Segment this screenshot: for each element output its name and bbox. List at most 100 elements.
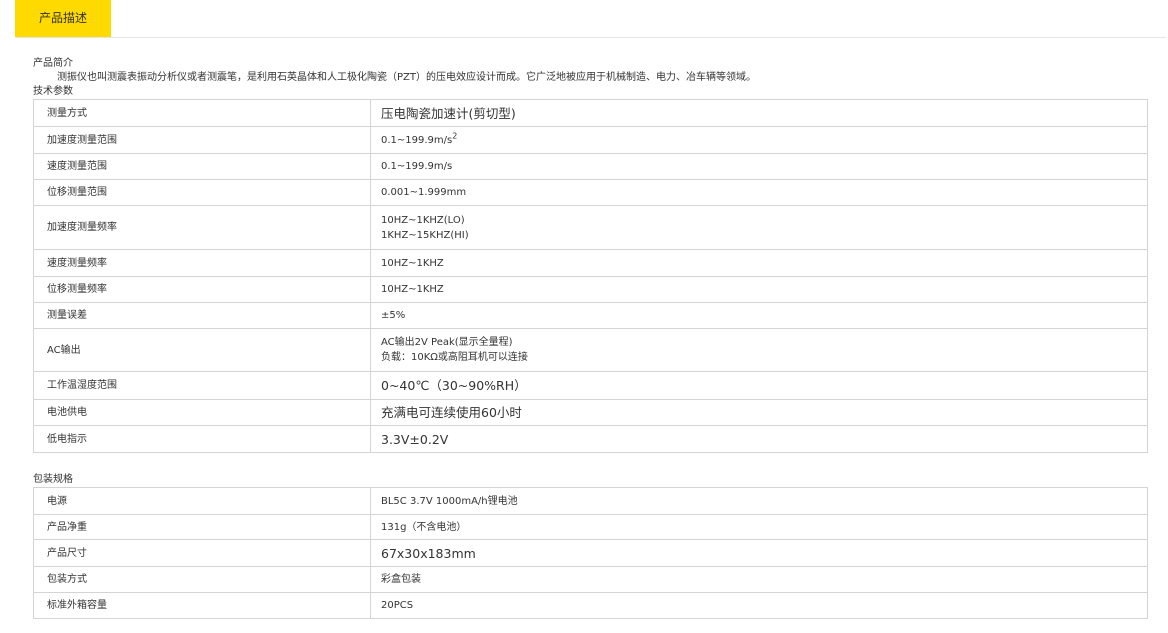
param-name: 加速度测量范围 [33, 126, 371, 154]
param-value: AC输出2V Peak(显示全量程) 负载：10KΩ或高阻耳机可以连接 [370, 328, 1148, 372]
param-value: 0.1~199.9m/s2 [370, 126, 1148, 154]
param-name: 速度测量频率 [33, 249, 371, 277]
tech-params-title: 技术参数 [33, 86, 73, 97]
table-row: 产品净重 131g（不含电池） [33, 514, 1148, 540]
param-value-text: 10HZ~1KHZ(LO) [381, 214, 465, 226]
unit-superscript: 2 [452, 131, 458, 141]
table-row: 电池供电 充满电可连续使用60小时 [33, 399, 1148, 426]
tab-product-description[interactable]: 产品描述 [15, 0, 111, 37]
param-value-text: ±5% [381, 310, 406, 321]
table-row: 速度测量频率 10HZ~1KHZ [33, 249, 1148, 277]
param-value-text: 压电陶瓷加速计(剪切型) [381, 105, 516, 121]
param-value-text: 3.3V±0.2V [381, 431, 449, 447]
param-name: 测量误差 [33, 302, 371, 329]
param-value-line: ±5% [381, 308, 1147, 323]
param-value-text: 0.1~199.9m/s [381, 161, 453, 172]
param-value-line: BL5C 3.7V 1000mA/h锂电池 [381, 494, 1147, 509]
param-name: 位移测量范围 [33, 179, 371, 206]
param-value: 0~40℃（30~90%RH） [370, 371, 1148, 400]
param-value: 67x30x183mm [370, 539, 1148, 567]
table-row: 位移测量频率 10HZ~1KHZ [33, 276, 1148, 303]
param-name: 低电指示 [33, 425, 371, 453]
param-name: 电池供电 [33, 399, 371, 426]
param-value-text: 131g（不含电池） [381, 521, 467, 533]
param-value-text: 负载：10KΩ或高阻耳机可以连接 [381, 352, 528, 363]
param-name: AC输出 [33, 328, 371, 372]
param-value-text: 0.1~199.9m/s [381, 134, 453, 146]
param-value-text: 充满电可连续使用60小时 [381, 405, 522, 420]
param-value-text: 1KHZ~15KHZ(HI) [381, 229, 469, 241]
param-value-text: 10HZ~1KHZ [381, 284, 444, 295]
param-value-line: 1KHZ~15KHZ(HI) [381, 228, 1147, 243]
param-name: 测量方式 [33, 99, 371, 127]
table-row: 电源 BL5C 3.7V 1000mA/h锂电池 [33, 487, 1148, 515]
param-value-line: 0.1~199.9m/s [381, 159, 1147, 174]
param-value: 10HZ~1KHZ [370, 249, 1148, 277]
param-value: 20PCS [370, 592, 1148, 619]
intro-title: 产品简介 [33, 58, 73, 69]
param-value-line: 131g（不含电池） [381, 520, 1147, 535]
table-row: 速度测量范围 0.1~199.9m/s [33, 153, 1148, 180]
param-value-line: 10HZ~1KHZ(LO) [381, 213, 1147, 228]
param-value: 131g（不含电池） [370, 514, 1148, 540]
table-row: 包装方式 彩盒包装 [33, 566, 1148, 593]
table-row: 加速度测量频率 10HZ~1KHZ(LO) 1KHZ~15KHZ(HI) [33, 205, 1148, 250]
param-name: 标准外箱容量 [33, 592, 371, 619]
table-row: 标准外箱容量 20PCS [33, 592, 1148, 619]
param-value-text: 彩盒包装 [381, 574, 421, 585]
table-row: 工作温湿度范围 0~40℃（30~90%RH） [33, 371, 1148, 400]
param-value-text: 67x30x183mm [381, 545, 476, 561]
param-name: 速度测量范围 [33, 153, 371, 180]
param-value-text: 0~40℃（30~90%RH） [381, 378, 527, 393]
packaging-title: 包装规格 [33, 474, 73, 485]
table-row: 测量误差 ±5% [33, 302, 1148, 329]
param-value-line: 负载：10KΩ或高阻耳机可以连接 [381, 350, 1147, 365]
intro-text: 测振仪也叫测震表振动分析仪或者测震笔，是利用石英晶体和人工极化陶瓷（PZT）的压… [57, 72, 756, 83]
param-value: 0.001~1.999mm [370, 179, 1148, 206]
tech-params-table: 测量方式 压电陶瓷加速计(剪切型) 加速度测量范围 0.1~199.9m/s2 速度测量… [33, 99, 1148, 453]
param-value-line: 0.001~1.999mm [381, 185, 1147, 200]
param-name: 位移测量频率 [33, 276, 371, 303]
param-value-line: 彩盒包装 [381, 572, 1147, 587]
param-value: 10HZ~1KHZ [370, 276, 1148, 303]
product-description-panel: 产品简介 测振仪也叫测震表振动分析仪或者测震笔，是利用石英晶体和人工极化陶瓷（P… [33, 57, 1148, 619]
param-value-text: 10HZ~1KHZ [381, 257, 444, 269]
param-value-text: 0.001~1.999mm [381, 187, 467, 198]
param-value-text: 20PCS [381, 600, 414, 611]
param-name: 产品净重 [33, 514, 371, 540]
param-name: 工作温湿度范围 [33, 371, 371, 400]
param-value: 3.3V±0.2V [370, 425, 1148, 453]
packaging-table: 电源 BL5C 3.7V 1000mA/h锂电池 产品净重 131g（不含电池） 产品尺… [33, 487, 1148, 619]
param-value-line: 10HZ~1KHZ [381, 256, 1147, 271]
param-value-line: 3.3V±0.2V [381, 432, 1147, 447]
param-value: ±5% [370, 302, 1148, 329]
table-row: 测量方式 压电陶瓷加速计(剪切型) [33, 99, 1148, 127]
param-value-text: BL5C 3.7V 1000mA/h锂电池 [381, 495, 518, 507]
param-value: 压电陶瓷加速计(剪切型) [370, 99, 1148, 127]
param-name: 电源 [33, 487, 371, 515]
param-value: 充满电可连续使用60小时 [370, 399, 1148, 426]
table-row: 产品尺寸 67x30x183mm [33, 539, 1148, 567]
table-row: AC输出 AC输出2V Peak(显示全量程) 负载：10KΩ或高阻耳机可以连接 [33, 328, 1148, 372]
param-value-line: 充满电可连续使用60小时 [381, 405, 1147, 420]
param-value-text: AC输出2V Peak(显示全量程) [381, 337, 513, 348]
param-value: 10HZ~1KHZ(LO) 1KHZ~15KHZ(HI) [370, 205, 1148, 250]
tab-bar: 产品描述 [15, 0, 1166, 38]
table-row: 位移测量范围 0.001~1.999mm [33, 179, 1148, 206]
param-value-line: 压电陶瓷加速计(剪切型) [381, 106, 1147, 121]
param-value-line: 10HZ~1KHZ [381, 282, 1147, 297]
table-row: 加速度测量范围 0.1~199.9m/s2 [33, 126, 1148, 154]
param-value-line: AC输出2V Peak(显示全量程) [381, 335, 1147, 350]
param-value: 0.1~199.9m/s [370, 153, 1148, 180]
param-value-line: 20PCS [381, 598, 1147, 613]
table-row: 低电指示 3.3V±0.2V [33, 425, 1148, 453]
param-value-line: 67x30x183mm [381, 546, 1147, 561]
param-name: 产品尺寸 [33, 539, 371, 567]
param-value: 彩盒包装 [370, 566, 1148, 593]
param-name: 包装方式 [33, 566, 371, 593]
param-name: 加速度测量频率 [33, 205, 371, 250]
param-value-line: 0~40℃（30~90%RH） [381, 378, 1147, 393]
param-value-line: 0.1~199.9m/s2 [381, 131, 1147, 148]
param-value: BL5C 3.7V 1000mA/h锂电池 [370, 487, 1148, 515]
